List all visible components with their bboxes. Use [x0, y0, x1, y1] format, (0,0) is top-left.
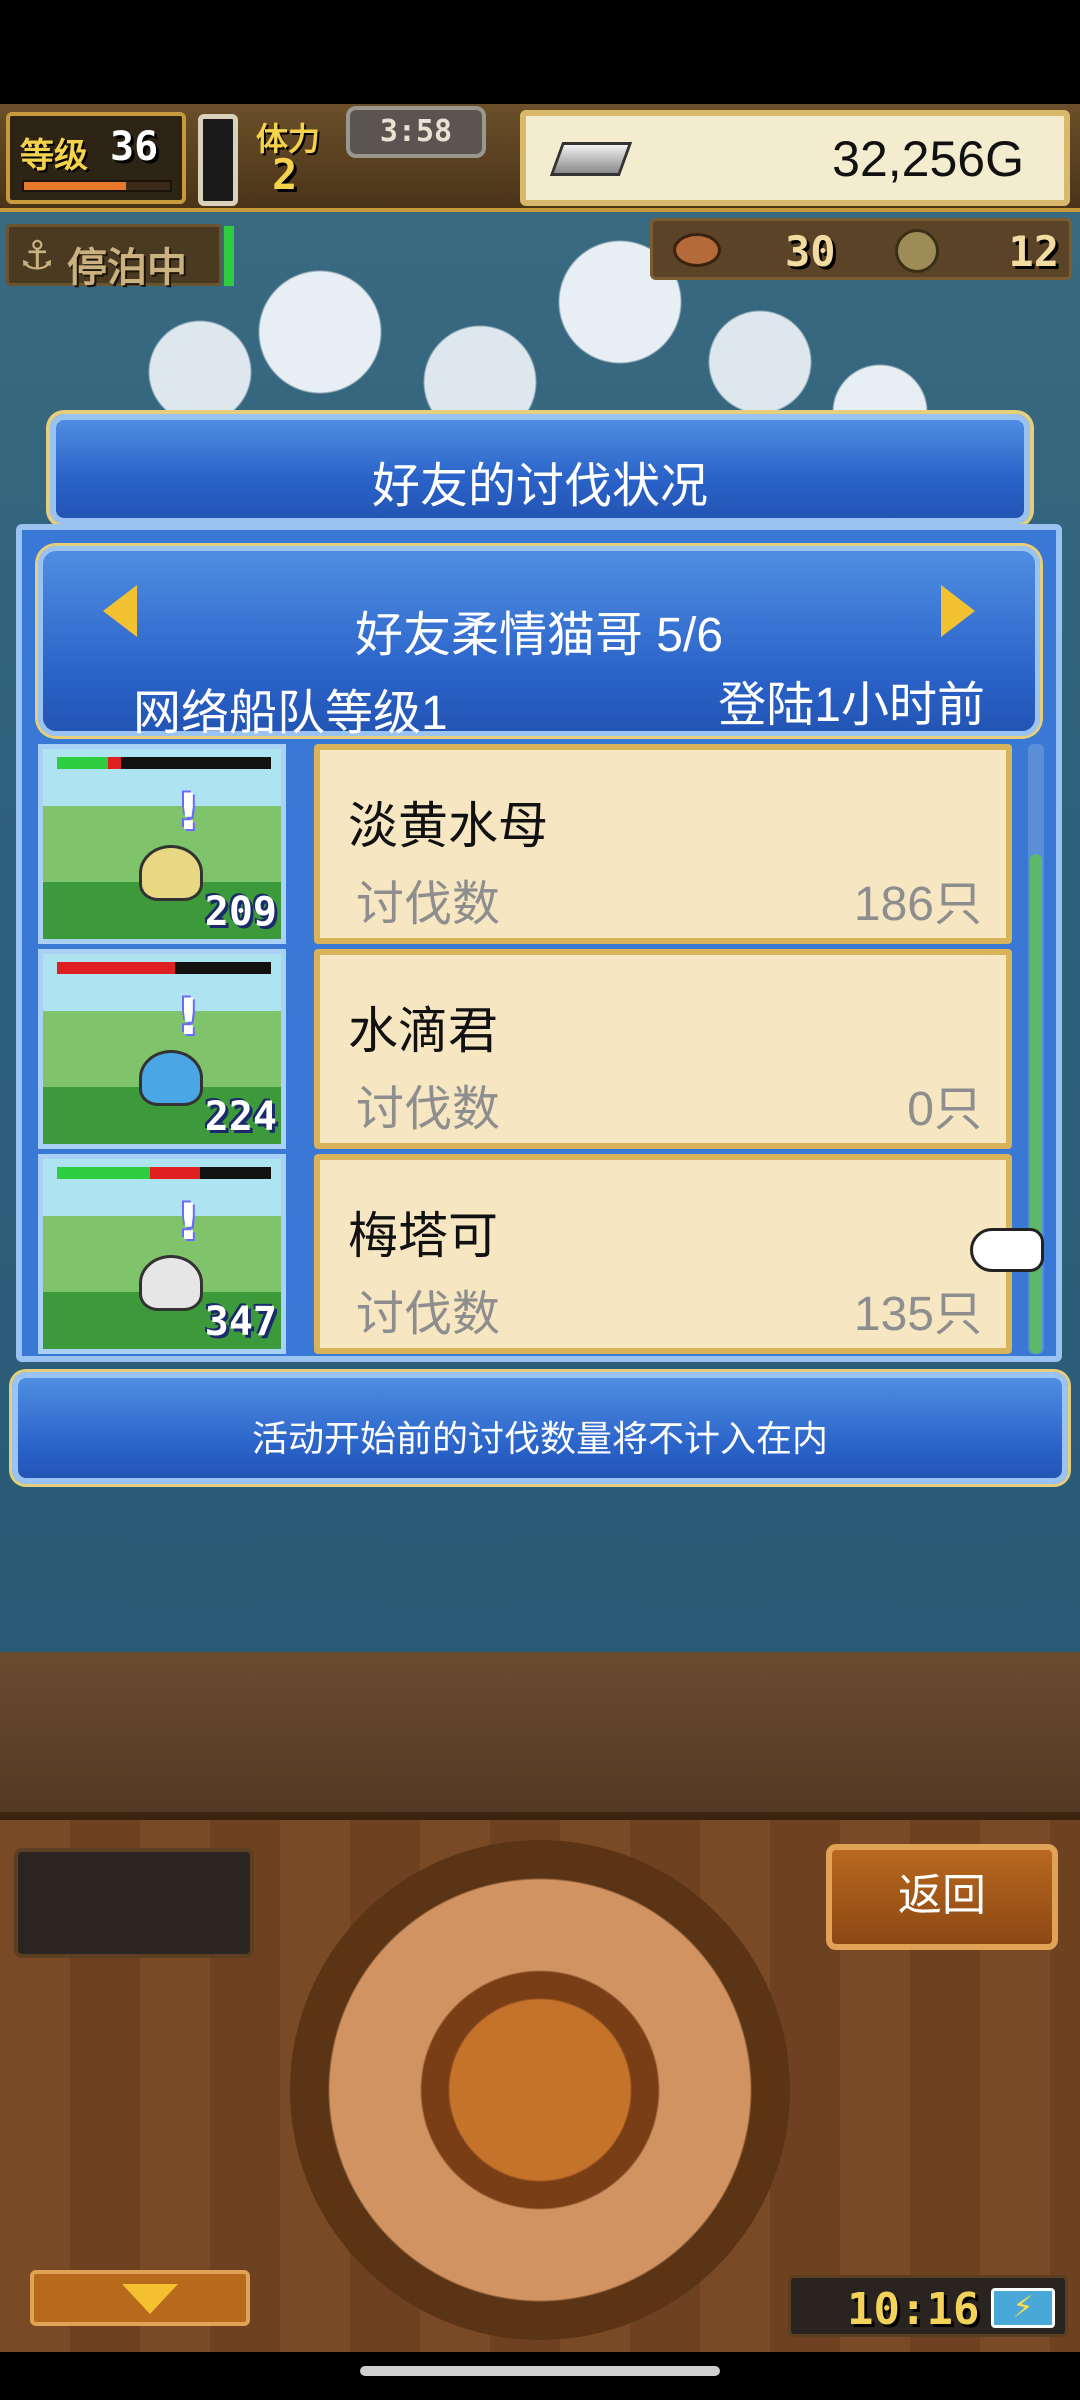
kill-label: 讨伐数	[356, 1288, 501, 1341]
hp-bar	[57, 962, 271, 974]
monster-thumbnail: ! 224	[38, 949, 286, 1149]
monster-name: 淡黄水母	[348, 798, 548, 854]
list-item[interactable]: ! 347 梅塔可 讨伐数 135只	[38, 1154, 1028, 1354]
info-banner: 活动开始前的讨伐数量将不计入在内	[12, 1372, 1068, 1484]
monster-power: 224	[204, 1094, 277, 1140]
dpad-icon[interactable]	[290, 1840, 790, 2340]
alert-icon: !	[177, 783, 200, 841]
level-value: 36	[110, 124, 159, 170]
monster-card: 梅塔可 讨伐数 135只	[314, 1154, 1012, 1354]
resource-box: 30 12	[650, 218, 1072, 280]
level-box: 等级 36	[6, 112, 186, 204]
list-item[interactable]: ! 209 淡黄水母 讨伐数 186只	[38, 744, 1028, 944]
hp-bar	[57, 1167, 271, 1179]
bottom-console: 返回 10:16 ⚡	[0, 1812, 1080, 2352]
alert-icon: !	[177, 1193, 200, 1251]
chevron-down-icon	[122, 2284, 178, 2314]
exp-bar	[22, 180, 172, 192]
back-button[interactable]: 返回	[826, 1844, 1058, 1950]
anchor-icon: ⚓	[19, 233, 55, 279]
monster-name: 水滴君	[348, 1003, 498, 1059]
kill-label: 讨伐数	[356, 878, 501, 931]
status-bar	[0, 0, 1080, 104]
level-label: 等级	[20, 136, 88, 176]
food-count: 30	[785, 227, 836, 276]
monster-list[interactable]: ! 209 淡黄水母 讨伐数 186只 ! 224 水滴君 讨伐数 0只 ! 3…	[38, 744, 1028, 1354]
hp-bar	[57, 757, 271, 769]
kill-count: 186只	[853, 878, 982, 931]
hand-pointer-icon	[970, 1228, 1044, 1272]
list-item[interactable]: ! 224 水滴君 讨伐数 0只	[38, 949, 1028, 1149]
kill-label: 讨伐数	[356, 1083, 501, 1136]
battery-icon: ⚡	[991, 2288, 1055, 2328]
info-note: 活动开始前的讨伐数量将不计入在内	[251, 1418, 828, 1459]
rabbit-icon	[139, 1255, 203, 1311]
menu-toggle-button[interactable]	[30, 2270, 250, 2326]
friend-name: 好友柔情猫哥 5/6	[354, 609, 724, 662]
stamina-timer: 3:58	[346, 106, 486, 158]
coin-count: 12	[1008, 227, 1059, 276]
gesture-bar[interactable]	[360, 2366, 720, 2376]
monster-card: 淡黄水母 讨伐数 186只	[314, 744, 1012, 944]
coin-icon	[895, 229, 939, 273]
gold-box: 32,256G	[520, 110, 1070, 206]
gold-value: 32,256G	[832, 131, 1024, 187]
console-slot	[14, 1848, 254, 1958]
stamina-value: 2	[272, 150, 298, 199]
jellyfish-icon	[139, 845, 203, 901]
last-login: 登陆1小时前	[718, 679, 985, 732]
alert-icon: !	[177, 988, 200, 1046]
game-clock: 10:16	[847, 2284, 980, 2335]
monster-thumbnail: ! 209	[38, 744, 286, 944]
water-drop-icon	[139, 1050, 203, 1106]
top-hud: 等级 36 体力 2 3:58 32,256G	[0, 104, 1080, 212]
food-icon	[673, 233, 721, 267]
clock-box: 10:16 ⚡	[788, 2275, 1068, 2337]
monster-power: 209	[204, 889, 277, 935]
monster-card: 水滴君 讨伐数 0只	[314, 949, 1012, 1149]
monster-name: 梅塔可	[348, 1208, 498, 1264]
scrollbar-thumb[interactable]	[1030, 854, 1042, 1354]
kill-count: 0只	[907, 1083, 982, 1136]
fleet-level: 网络船队等级1	[133, 687, 448, 740]
monster-thumbnail: ! 347	[38, 1154, 286, 1354]
stamina-gauge	[198, 114, 238, 206]
dialog-title-bar: 好友的讨伐状况	[50, 414, 1030, 524]
anchor-status-label: 停泊中	[67, 245, 187, 291]
anchor-status[interactable]: ⚓ 停泊中	[6, 224, 222, 291]
dialog-title: 好友的讨伐状况	[371, 460, 708, 513]
status-indicator	[224, 226, 234, 286]
silver-bar-icon	[549, 142, 633, 176]
kill-count: 135只	[853, 1288, 982, 1341]
friend-header: 好友柔情猫哥 5/6 网络船队等级1 登陆1小时前	[38, 546, 1040, 740]
dialog-panel: 好友柔情猫哥 5/6 网络船队等级1 登陆1小时前 ! 209 淡黄水母 讨伐数…	[16, 524, 1062, 1362]
monster-power: 347	[204, 1299, 277, 1345]
